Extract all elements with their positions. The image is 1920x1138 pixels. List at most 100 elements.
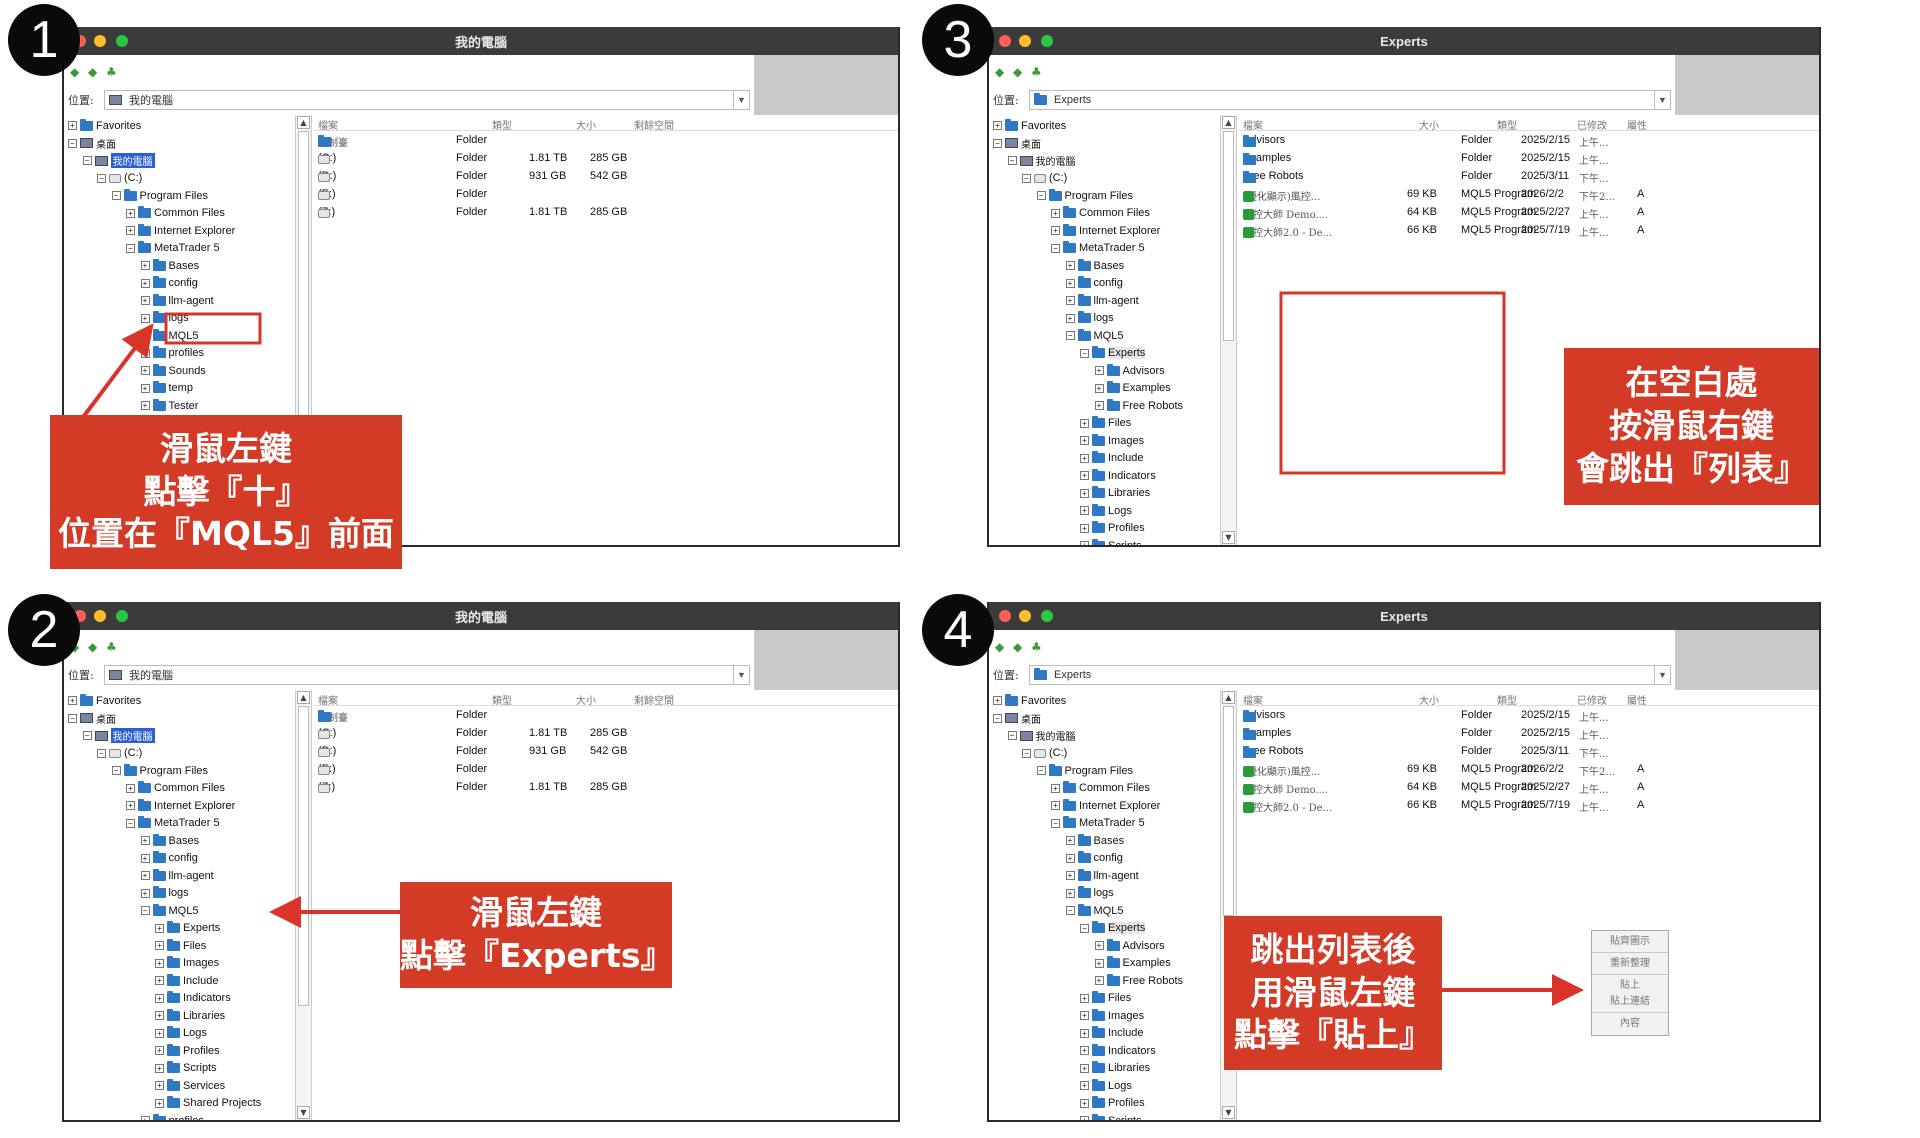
tree-item[interactable]: + Internet Explorer	[989, 222, 1220, 240]
tree-item[interactable]: + Libraries	[64, 1007, 295, 1025]
tree-item[interactable]: + Indicators	[64, 990, 295, 1008]
tree-item[interactable]: + Advisors	[989, 362, 1220, 380]
expand-icon[interactable]: +	[155, 1081, 164, 1091]
expand-icon[interactable]: +	[1080, 1028, 1089, 1038]
collapse-icon[interactable]: −	[126, 818, 135, 828]
expand-icon[interactable]: +	[126, 226, 135, 236]
minimize-button[interactable]	[1019, 35, 1031, 47]
close-button[interactable]	[999, 35, 1011, 47]
expand-icon[interactable]: +	[1080, 1116, 1089, 1120]
scroll-up-icon[interactable]: ▲	[1222, 116, 1235, 129]
tree-item[interactable]: + Advisors	[989, 937, 1220, 955]
tree-item[interactable]: + llm-agent	[64, 867, 295, 885]
tree-item[interactable]: + Logs	[989, 1077, 1220, 1095]
location-field[interactable]: 我的電腦 ▼	[104, 90, 750, 110]
tree-item[interactable]: + Logs	[989, 502, 1220, 520]
up-icon[interactable]: ♣	[1031, 640, 1042, 654]
file-row[interactable]: (D:) Folder 931 GB 542 GB	[314, 742, 898, 760]
tree-item[interactable]: − Program Files	[64, 762, 295, 780]
forward-icon[interactable]: ◆	[1013, 640, 1022, 654]
tree-item[interactable]: + config	[989, 850, 1220, 868]
collapse-icon[interactable]: −	[1080, 923, 1089, 933]
tree-item[interactable]: + Libraries	[989, 1060, 1220, 1078]
expand-icon[interactable]: +	[126, 783, 135, 793]
tree-item[interactable]: + Images	[64, 955, 295, 973]
expand-icon[interactable]: +	[1094, 401, 1104, 411]
tree-item[interactable]: + Logs	[64, 1025, 295, 1043]
expand-icon[interactable]: +	[1080, 471, 1089, 481]
expand-icon[interactable]: +	[1065, 296, 1075, 306]
file-row[interactable]: (Z:) Folder 1.81 TB 285 GB	[314, 203, 898, 221]
expand-icon[interactable]: +	[1065, 853, 1075, 863]
collapse-icon[interactable]: −	[97, 748, 106, 758]
back-icon[interactable]: ◆	[995, 65, 1004, 79]
column-header[interactable]: 檔案	[318, 692, 338, 707]
forward-icon[interactable]: ◆	[88, 65, 97, 79]
collapse-icon[interactable]: −	[111, 766, 121, 776]
location-field[interactable]: Experts ▼	[1029, 665, 1671, 685]
expand-icon[interactable]: +	[1080, 488, 1089, 498]
file-row[interactable]: 控制臺 Folder	[314, 706, 898, 724]
expand-icon[interactable]: +	[1094, 941, 1104, 951]
expand-icon[interactable]: +	[1051, 801, 1060, 811]
tree-item[interactable]: + Include	[989, 450, 1220, 468]
tree-scrollbar[interactable]: ▲▼	[296, 690, 312, 1120]
tree-item[interactable]: − Experts	[989, 345, 1220, 363]
tree-item[interactable]: + Internet Explorer	[64, 222, 295, 240]
tree-item[interactable]: + Files	[989, 990, 1220, 1008]
tree-item[interactable]: + Bases	[989, 257, 1220, 275]
tree-item[interactable]: + Files	[64, 937, 295, 955]
tree-item[interactable]: − (C:)	[64, 170, 295, 188]
tree-item[interactable]: − Program Files	[989, 762, 1220, 780]
tree-item[interactable]: + logs	[989, 310, 1220, 328]
collapse-icon[interactable]: −	[68, 713, 77, 723]
expand-icon[interactable]: +	[155, 1098, 164, 1108]
tree-item[interactable]: − (C:)	[989, 745, 1220, 763]
tree-item[interactable]: + Free Robots	[989, 397, 1220, 415]
tree-item[interactable]: − 我的電腦	[64, 152, 295, 170]
file-row[interactable]: Advisors Folder 2025/2/15 上午...	[1239, 706, 1819, 724]
scroll-thumb[interactable]	[298, 706, 309, 1006]
tree-item[interactable]: − Program Files	[989, 187, 1220, 205]
file-row[interactable]: Free Robots Folder 2025/3/11 下午...	[1239, 167, 1819, 185]
tree-item[interactable]: + MQL5	[64, 327, 295, 345]
minimize-button[interactable]	[1019, 610, 1031, 622]
collapse-icon[interactable]: −	[68, 138, 77, 148]
expand-icon[interactable]: +	[1065, 313, 1075, 323]
expand-icon[interactable]: +	[1065, 278, 1075, 288]
tree-item[interactable]: − 我的電腦	[64, 727, 295, 745]
expand-icon[interactable]: +	[140, 331, 150, 341]
tree-item[interactable]: − 桌面	[64, 135, 295, 153]
expand-icon[interactable]: +	[140, 1116, 150, 1120]
tree-item[interactable]: + Favorites	[989, 117, 1220, 135]
collapse-icon[interactable]: −	[1007, 156, 1017, 166]
expand-icon[interactable]: +	[155, 976, 164, 986]
column-header[interactable]: 大小	[576, 117, 596, 132]
file-row[interactable]: Examples Folder 2025/2/15 上午...	[1239, 724, 1819, 742]
expand-icon[interactable]: +	[993, 696, 1002, 706]
collapse-icon[interactable]: −	[1080, 348, 1089, 358]
tree-item[interactable]: + Files	[989, 415, 1220, 433]
location-dropdown-icon[interactable]: ▼	[733, 91, 749, 109]
file-row[interactable]: (Z:) Folder 1.81 TB 285 GB	[314, 778, 898, 796]
expand-icon[interactable]: +	[140, 261, 150, 271]
expand-icon[interactable]: +	[1080, 453, 1089, 463]
tree-item[interactable]: + llm-agent	[989, 292, 1220, 310]
location-field[interactable]: 我的電腦 ▼	[104, 665, 750, 685]
file-row[interactable]: 控制臺 Folder	[314, 131, 898, 149]
tree-item[interactable]: + Scripts	[989, 537, 1220, 545]
column-header[interactable]: 檔案	[1243, 117, 1263, 132]
file-row[interactable]: Advisors Folder 2025/2/15 上午...	[1239, 131, 1819, 149]
column-header[interactable]: 檔案	[1243, 692, 1263, 707]
tree-item[interactable]: + llm-agent	[64, 292, 295, 310]
collapse-icon[interactable]: −	[993, 138, 1002, 148]
expand-icon[interactable]: +	[1094, 366, 1104, 376]
menu-item-refresh[interactable]: 重新整理	[1592, 953, 1668, 975]
tree-item[interactable]: + Shared Projects	[64, 1095, 295, 1113]
tree-item[interactable]: + Scripts	[989, 1112, 1220, 1120]
tree-item[interactable]: + Profiles	[989, 1095, 1220, 1113]
expand-icon[interactable]: +	[155, 1063, 164, 1073]
location-dropdown-icon[interactable]: ▼	[733, 666, 749, 684]
tree-item[interactable]: − MQL5	[989, 327, 1220, 345]
tree-item[interactable]: − (C:)	[989, 170, 1220, 188]
